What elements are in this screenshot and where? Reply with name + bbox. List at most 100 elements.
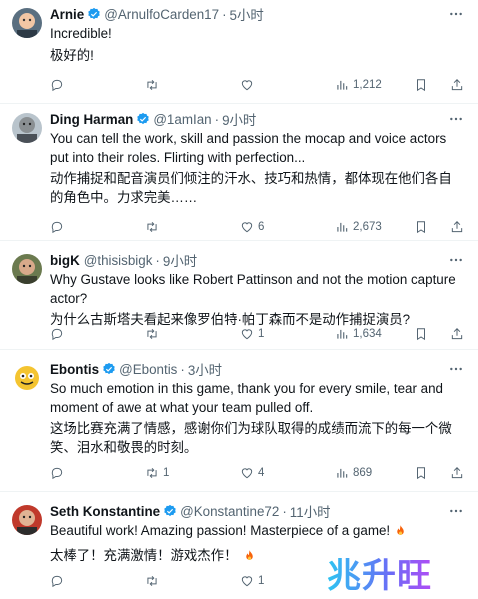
timestamp[interactable]: 9小时 — [163, 250, 197, 270]
more-options-icon[interactable] — [448, 252, 464, 268]
share-icon[interactable] — [450, 466, 464, 480]
retweet-button[interactable] — [145, 324, 163, 344]
retweet-button[interactable] — [145, 571, 163, 591]
retweet-icon — [147, 467, 157, 479]
like-button[interactable]: 4 — [240, 463, 264, 483]
timestamp[interactable]: 11小时 — [290, 501, 331, 521]
views-button[interactable]: 2,673 — [335, 217, 382, 237]
watermark-logo: 兆升旺 — [327, 548, 432, 597]
fire-emoji-icon — [246, 550, 254, 560]
separator-dot: · — [214, 111, 220, 127]
tweet-text-en: Why Gustave looks like Robert Pattinson … — [50, 272, 456, 306]
action-bar: 1 1,634 — [50, 324, 410, 344]
tweet[interactable]: Arnie @ArnulfoCarden17 · 5小时 Incredible!… — [0, 0, 478, 104]
more-options-icon[interactable] — [448, 503, 464, 519]
bookmark-icon[interactable] — [414, 220, 428, 234]
like-button[interactable]: 6 — [240, 217, 264, 237]
views-chart-icon — [337, 80, 348, 90]
retweet-icon — [147, 328, 157, 340]
separator-dot: · — [222, 6, 227, 22]
reply-button[interactable] — [50, 324, 68, 344]
like-count: 6 — [258, 221, 265, 233]
like-count: 4 — [258, 467, 265, 479]
secondary-actions — [414, 217, 464, 237]
tweet-text-en: So much emotion in this game, thank you … — [50, 381, 443, 415]
views-chart-icon — [337, 329, 348, 339]
avatar[interactable] — [12, 363, 42, 393]
heart-icon — [241, 329, 253, 340]
heart-icon — [241, 80, 253, 91]
views-button[interactable]: 869 — [335, 463, 372, 483]
more-options-icon[interactable] — [448, 361, 464, 377]
like-button[interactable]: 1 — [240, 571, 264, 591]
share-icon[interactable] — [450, 220, 464, 234]
views-button[interactable]: 1,212 — [335, 75, 382, 95]
heart-icon — [241, 222, 253, 233]
avatar[interactable] — [12, 505, 42, 535]
action-bar: 1,212 — [50, 75, 410, 95]
share-icon[interactable] — [450, 327, 464, 341]
timestamp[interactable]: 3小时 — [188, 359, 222, 379]
views-chart-icon — [337, 222, 348, 232]
views-chart-icon — [337, 468, 348, 478]
author-name[interactable]: Ding Harman — [50, 112, 133, 127]
secondary-actions — [414, 324, 464, 344]
author-handle[interactable]: @ArnulfoCarden17 — [104, 7, 219, 22]
avatar[interactable] — [12, 8, 42, 38]
heart-icon — [241, 576, 253, 587]
tweet-text-zh: 极好的! — [50, 48, 94, 63]
separator-dot: · — [282, 503, 287, 519]
avatar[interactable] — [12, 254, 42, 284]
reply-button[interactable] — [50, 75, 68, 95]
author-name[interactable]: bigK — [50, 253, 80, 268]
secondary-actions — [414, 75, 464, 95]
author-name[interactable]: Ebontis — [50, 362, 99, 377]
share-icon[interactable] — [450, 78, 464, 92]
verified-badge-icon — [164, 504, 176, 517]
tweet-text-en-content: Beautiful work! Amazing passion! Masterp… — [50, 523, 391, 538]
reply-icon — [51, 467, 63, 480]
timestamp[interactable]: 9小时 — [222, 109, 256, 129]
view-count: 869 — [353, 467, 373, 479]
retweet-icon — [147, 575, 157, 587]
tweet[interactable]: bigK @thisisbigk · 9小时 Why Gustave looks… — [0, 246, 478, 350]
reply-button[interactable] — [50, 217, 68, 237]
author-handle[interactable]: @1amIan — [153, 112, 211, 127]
retweet-count: 1 — [163, 467, 170, 479]
reply-icon — [51, 221, 63, 234]
retweet-button[interactable] — [145, 217, 163, 237]
like-button[interactable]: 1 — [240, 324, 264, 344]
views-button[interactable]: 1,634 — [335, 324, 382, 344]
tweet-text-en: Beautiful work! Amazing passion! Masterp… — [50, 521, 464, 540]
reply-button[interactable] — [50, 571, 68, 591]
like-button[interactable] — [240, 75, 258, 95]
author-handle[interactable]: @Konstantine72 — [180, 504, 279, 519]
view-count: 1,212 — [353, 79, 382, 91]
bookmark-icon[interactable] — [414, 466, 428, 480]
tweet-text-en: Incredible! — [50, 26, 112, 41]
author-handle[interactable]: @Ebontis — [119, 362, 177, 377]
retweet-button[interactable]: 1 — [145, 463, 169, 483]
action-bar: 1 4 869 — [50, 463, 410, 483]
bookmark-icon[interactable] — [414, 327, 428, 341]
like-count: 1 — [258, 575, 265, 587]
bookmark-icon[interactable] — [414, 78, 428, 92]
fire-emoji-icon — [397, 525, 404, 535]
avatar[interactable] — [12, 113, 42, 143]
more-options-icon[interactable] — [448, 6, 464, 22]
reply-button[interactable] — [50, 463, 68, 483]
separator-dot: · — [155, 252, 160, 268]
retweet-button[interactable] — [145, 75, 163, 95]
timestamp[interactable]: 5小时 — [230, 4, 264, 24]
tweet-text-zh-content: 太棒了！充满激情！游戏杰作！ — [50, 548, 238, 563]
tweet-text-zh: 动作捕捉和配音演员们倾注的汗水、技巧和热情，都体现在他们各自的角色中。力求完美…… — [50, 171, 452, 205]
more-options-icon[interactable] — [448, 111, 464, 127]
author-handle[interactable]: @thisisbigk — [84, 253, 153, 268]
author-name[interactable]: Seth Konstantine — [50, 504, 160, 519]
tweet[interactable]: Ding Harman @1amIan · 9小时 You can tell t… — [0, 105, 478, 241]
tweet[interactable]: Ebontis @Ebontis · 3小时 So much emotion i… — [0, 355, 478, 492]
retweet-icon — [147, 221, 157, 233]
author-name[interactable]: Arnie — [50, 7, 84, 22]
retweet-icon — [147, 79, 157, 91]
reply-icon — [51, 79, 63, 92]
